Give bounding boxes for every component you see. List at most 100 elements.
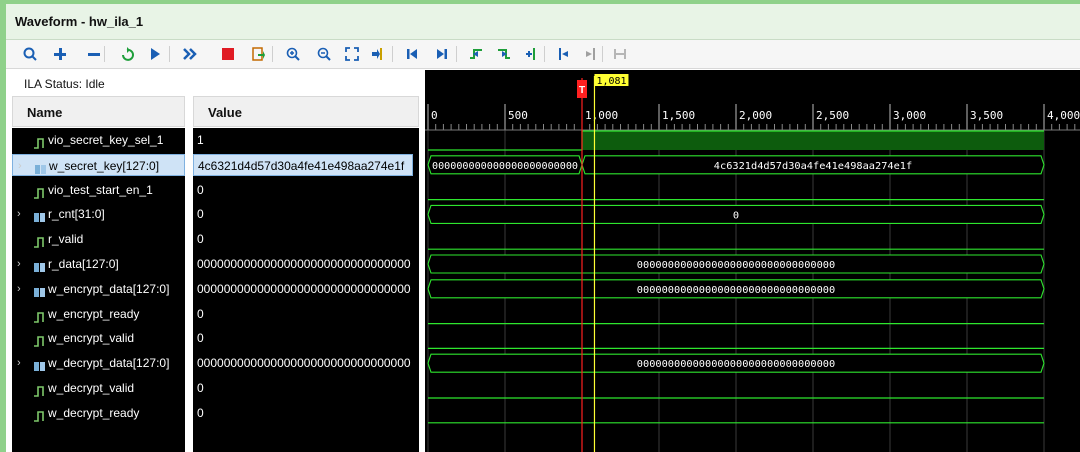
ruler-tick-label: 3,500 (970, 109, 1003, 122)
ruler-tick-label: 500 (508, 109, 528, 122)
signal-name-row[interactable]: › r_data[127:0] (12, 253, 185, 275)
add-marker-icon[interactable] (522, 44, 542, 64)
bus-signal-icon (34, 258, 46, 280)
value-column-header[interactable]: Value (193, 96, 419, 127)
previous-marker-icon[interactable] (554, 44, 574, 64)
signal-value[interactable]: 0 (193, 228, 413, 250)
zoom-in-icon[interactable] (283, 44, 303, 64)
signal-name-row[interactable]: › r_cnt[31:0] (12, 203, 185, 225)
toolbar-separator (169, 46, 170, 62)
signal-value[interactable]: 0 (193, 303, 413, 325)
signal-name: w_encrypt_data[127:0] (48, 281, 170, 296)
bit-signal-icon (34, 134, 46, 156)
toolbar (6, 40, 1080, 69)
name-column-header[interactable]: Name (12, 96, 185, 127)
bit-signal-icon (34, 308, 46, 330)
signal-value[interactable]: 0 (193, 327, 413, 349)
signal-value[interactable]: 0 (193, 377, 413, 399)
signal-name-row[interactable]: › w_decrypt_data[127:0] (12, 352, 185, 374)
minus-icon[interactable] (84, 44, 104, 64)
bus-value-label: 00000000000000000000000000000000 (637, 285, 835, 296)
expand-chevron-icon[interactable]: › (18, 155, 22, 177)
ila-status: ILA Status: Idle (6, 72, 419, 94)
signal-name: w_encrypt_valid (48, 331, 135, 346)
run-icon[interactable] (145, 44, 165, 64)
go-to-start-icon[interactable] (402, 44, 422, 64)
bit-signal-icon (34, 382, 46, 404)
ruler-tick-label: 0 (431, 109, 438, 122)
signal-value[interactable]: 0 (193, 179, 413, 201)
signal-name-row[interactable]: vio_secret_key_sel_1 (12, 129, 185, 151)
name-header-label: Name (27, 105, 63, 120)
expand-chevron-icon[interactable]: › (17, 253, 21, 275)
bit-signal-icon (34, 332, 46, 354)
signal-value[interactable]: 0 (193, 402, 413, 424)
signal-name: w_decrypt_ready (48, 405, 140, 420)
signal-name-row[interactable]: › w_secret_key[127:0] (12, 153, 185, 177)
cursor-label: 1,081 (596, 76, 626, 87)
bus-value-label: 4c6321d4d57d30a4fe41e498aa274e1f (714, 161, 912, 172)
expand-chevron-icon[interactable]: › (17, 352, 21, 374)
signal-value[interactable]: 1 (193, 129, 413, 151)
signal-name: w_decrypt_data[127:0] (48, 356, 170, 371)
previous-transition-icon[interactable] (466, 44, 486, 64)
waveform-area[interactable]: 0 500 1,000 1,500 2,000 2,500 3,000 3,500 4,000 0… (425, 70, 1080, 452)
bus-value-label: 00000000000000000000000000000000 (637, 260, 835, 271)
next-transition-icon[interactable] (494, 44, 514, 64)
signal-value[interactable]: 00000000000000000000000000000000 (193, 278, 413, 300)
ruler-tick-label: 4,000 (1047, 109, 1080, 122)
signal-value[interactable]: 00000000000000000000000000000000 (193, 352, 413, 374)
go-to-end-icon[interactable] (432, 44, 452, 64)
waveform-canvas[interactable]: 0 500 1,000 1,500 2,000 2,500 3,000 3,500 4,000 0… (425, 70, 1080, 452)
toolbar-separator (544, 46, 545, 62)
signal-name: w_encrypt_ready (48, 306, 140, 321)
bit-signal-icon (34, 233, 46, 255)
run-immediate-icon[interactable] (180, 44, 200, 64)
expand-chevron-icon[interactable]: › (17, 203, 21, 225)
bus-signal-icon (34, 357, 46, 379)
export-icon[interactable] (248, 44, 268, 64)
refresh-icon[interactable] (117, 44, 137, 64)
ruler-tick-label: 1,500 (662, 109, 695, 122)
stop-icon[interactable] (218, 44, 238, 64)
bit-signal-icon (34, 407, 46, 429)
bus-value-label: 000000000000000000000000 (432, 161, 578, 172)
ruler-tick-label: 2,000 (739, 109, 772, 122)
signal-name: vio_secret_key_sel_1 (48, 133, 164, 147)
bit-signal-icon (34, 184, 46, 206)
toolbar-separator (456, 46, 457, 62)
signal-name-row[interactable]: w_encrypt_valid (12, 327, 185, 349)
bus-signal-icon (34, 208, 46, 230)
zoom-fit-icon[interactable] (342, 44, 362, 64)
signal-name: r_data[127:0] (48, 257, 119, 271)
signal-name-row[interactable]: w_decrypt_ready (12, 402, 185, 424)
bus-value-label: 00000000000000000000000000000000 (637, 359, 835, 370)
signal-name: vio_test_start_en_1 (48, 182, 153, 197)
toolbar-separator (104, 46, 105, 62)
go-to-cursor-icon[interactable] (368, 44, 388, 64)
bus-signal-icon (34, 283, 46, 305)
ila-status-text: ILA Status: Idle (24, 77, 105, 91)
signal-value[interactable]: 0 (193, 203, 413, 225)
value-header-label: Value (208, 105, 242, 120)
signal-value[interactable]: 00000000000000000000000000000000 (193, 253, 413, 275)
signal-name-row[interactable]: w_encrypt_ready (12, 303, 185, 325)
trigger-label: T (579, 85, 585, 96)
swap-cursor-icon[interactable] (610, 44, 630, 64)
signal-value-list: 1 4c6321d4d57d30a4fe41e498aa274e1f 0 0 0 0000… (193, 128, 419, 452)
signal-value[interactable]: 4c6321d4d57d30a4fe41e498aa274e1f (193, 153, 413, 176)
signal-name-list: vio_secret_key_sel_1 › w_secret_key[127:0]… (12, 128, 185, 452)
expand-chevron-icon[interactable]: › (17, 278, 21, 300)
signal-name-row[interactable]: › w_encrypt_data[127:0] (12, 278, 185, 300)
zoom-out-icon[interactable] (314, 44, 334, 64)
ruler-tick-label: 3,000 (893, 109, 926, 122)
signal-name: w_secret_key[127:0] (49, 158, 160, 173)
signal-high-fill (582, 131, 1044, 150)
toolbar-separator (602, 46, 603, 62)
signal-name-row[interactable]: vio_test_start_en_1 (12, 179, 185, 201)
next-marker-icon[interactable] (580, 44, 600, 64)
search-icon[interactable] (20, 44, 40, 64)
signal-name-row[interactable]: r_valid (12, 228, 185, 250)
zoom-add-icon[interactable] (50, 44, 70, 64)
signal-name-row[interactable]: w_decrypt_valid (12, 377, 185, 399)
